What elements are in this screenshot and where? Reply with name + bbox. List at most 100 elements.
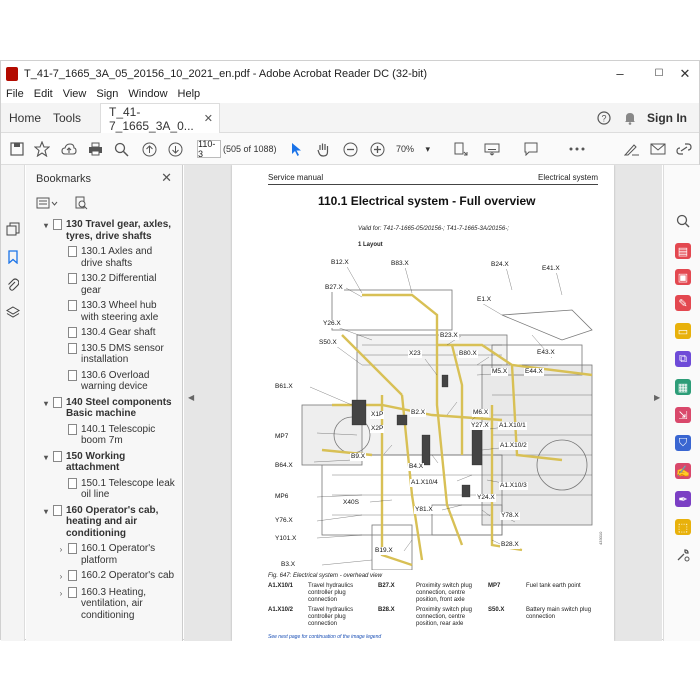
document-viewport[interactable]: ◀ ▶ Service manual Electrical system 110… — [184, 165, 662, 641]
search-zoom-icon[interactable] — [675, 213, 691, 229]
diagram-label: B64.X — [274, 462, 294, 470]
layers-icon[interactable] — [5, 305, 21, 321]
print-icon[interactable] — [85, 138, 105, 160]
help-icon[interactable]: ? — [595, 107, 613, 129]
protect-icon[interactable]: ⛉ — [675, 435, 691, 451]
diagram-label: B12.X — [330, 259, 350, 267]
menu-view[interactable]: View — [58, 88, 92, 100]
diagram-label: Y81.X — [414, 506, 434, 514]
diagram-label: X2P — [370, 425, 385, 433]
bookmark-item[interactable]: › 160.3 Heating, ventilation, air conditi… — [26, 586, 176, 622]
bookmark-options-icon[interactable] — [36, 196, 58, 213]
menu-help[interactable]: Help — [173, 88, 206, 100]
edit-pdf-icon[interactable]: ✎ — [675, 295, 691, 311]
bookmark-item[interactable]: › 160.2 Operator's cab — [26, 570, 176, 583]
bookmark-item[interactable]: › 160.1 Operator's platform — [26, 543, 176, 566]
zoom-out-icon[interactable] — [340, 138, 360, 160]
fill-sign-icon[interactable]: ✍ — [675, 463, 691, 479]
sign-in-button[interactable]: Sign In — [647, 103, 687, 133]
tab-close-icon[interactable]: ✕ — [204, 112, 213, 125]
close-panel-icon[interactable]: ✕ — [161, 170, 172, 186]
find-bookmark-icon[interactable] — [74, 196, 88, 213]
keyboard-icon[interactable] — [482, 138, 502, 160]
chevron-down-icon[interactable]: ▾ — [41, 506, 51, 518]
share-link-icon[interactable] — [674, 138, 694, 160]
legend-text: Travel hydraulics controller plug connec… — [308, 607, 354, 627]
chevron-down-icon[interactable]: ▾ — [41, 220, 51, 232]
menu-file[interactable]: File — [1, 88, 29, 100]
save-icon[interactable] — [7, 138, 27, 160]
bookmark-item[interactable]: 130.5 DMS sensor installation — [26, 342, 176, 366]
comment-icon[interactable]: ▭ — [675, 323, 691, 339]
comment-icon[interactable] — [521, 138, 541, 160]
attachment-icon[interactable] — [5, 277, 21, 293]
page-fit-icon[interactable] — [451, 138, 471, 160]
bookmark-star-icon[interactable] — [32, 138, 52, 160]
page-up-icon[interactable] — [139, 138, 159, 160]
notifications-bell-icon[interactable] — [621, 107, 639, 129]
bookmarks-panel: Bookmarks ✕ ▾ 130 Travel gear, axles, tyr… — [26, 165, 183, 641]
send-sign-icon[interactable]: ✒ — [675, 491, 691, 507]
compress-icon[interactable]: ⇲ — [675, 407, 691, 423]
tab-tools[interactable]: Tools — [45, 103, 89, 133]
bookmark-item[interactable]: 130.6 Overload warning device — [26, 369, 176, 393]
sign-pen-icon[interactable] — [622, 138, 642, 160]
bookmark-page-icon — [68, 300, 77, 311]
bookmark-page-icon — [53, 219, 62, 230]
stamp-icon[interactable]: ⬚ — [675, 519, 691, 535]
tab-document[interactable]: T_41-7_1665_3A_0... ✕ — [100, 103, 220, 133]
collapse-left-arrow-icon[interactable]: ◀ — [188, 393, 194, 402]
close-button[interactable]: ✕ — [670, 61, 700, 86]
chevron-down-icon[interactable]: ▾ — [41, 452, 51, 464]
diagram-label: MP7 — [274, 433, 290, 441]
see-next-page-note: See next page for continuation of the im… — [268, 634, 382, 640]
chevron-right-icon[interactable]: › — [56, 588, 66, 600]
zoom-level-dropdown[interactable]: 70% ▾ — [396, 140, 430, 158]
bookmark-item[interactable]: 130.3 Wheel hub with steering axle — [26, 300, 176, 323]
bookmark-page-icon — [68, 543, 77, 554]
zoom-search-icon[interactable] — [111, 138, 131, 160]
diagram-label: B2.X — [410, 409, 427, 417]
bookmarks-header: Bookmarks — [36, 173, 92, 185]
create-pdf-icon[interactable]: ▣ — [675, 269, 691, 285]
svg-text:433010: 433010 — [598, 531, 603, 545]
bookmark-item[interactable]: 130.4 Gear shaft — [26, 327, 176, 339]
bookmark-item[interactable]: ▾ 160 Operator's cab, heating and air con… — [26, 504, 176, 540]
zoom-in-icon[interactable] — [367, 138, 387, 160]
hand-tool-icon[interactable] — [314, 138, 334, 160]
bookmark-item[interactable]: ▾ 150 Working attachment — [26, 450, 176, 474]
diagram-label: Y76.X — [274, 517, 294, 525]
share-email-icon[interactable] — [648, 138, 668, 160]
more-tools-icon[interactable] — [675, 547, 691, 563]
bookmark-item[interactable]: ▾ 140 Steel components Basic machine — [26, 396, 176, 420]
page-number-input[interactable]: 110-3 — [197, 139, 221, 159]
bookmark-page-icon — [68, 327, 77, 338]
bookmark-icon[interactable] — [5, 249, 21, 265]
bookmark-item[interactable]: 130.1 Axles and drive shafts — [26, 246, 176, 269]
select-cursor-icon[interactable] — [287, 138, 307, 160]
upload-cloud-icon[interactable] — [59, 138, 79, 160]
tab-home[interactable]: Home — [1, 103, 49, 133]
organize-icon[interactable]: ▦ — [675, 379, 691, 395]
bookmark-item[interactable]: ▾ 130 Travel gear, axles, tyres, drive sh… — [26, 219, 176, 242]
menu-sign[interactable]: Sign — [91, 88, 123, 100]
bookmark-item[interactable]: 150.1 Telescope leak oil line — [26, 477, 176, 501]
export-pdf-icon[interactable]: ▤ — [675, 243, 691, 259]
minimize-button[interactable]: – — [605, 61, 635, 86]
chevron-down-icon[interactable]: ▾ — [41, 398, 51, 410]
collapse-right-arrow-icon[interactable]: ▶ — [654, 393, 660, 402]
chevron-right-icon[interactable]: › — [56, 544, 66, 556]
copy-pages-icon[interactable] — [5, 221, 21, 237]
bookmark-item[interactable]: 130.2 Differential gear — [26, 273, 176, 296]
combine-icon[interactable]: ⧉ — [675, 351, 691, 367]
diagram-label: B3.X — [280, 561, 297, 569]
legend-text: Proximity switch plug connection, centre… — [416, 607, 473, 627]
menu-window[interactable]: Window — [123, 88, 172, 100]
legend-text: Battery main switch plug connection — [526, 607, 592, 620]
page-header-left: Service manual — [268, 173, 324, 182]
page-down-icon[interactable] — [165, 138, 185, 160]
menu-edit[interactable]: Edit — [29, 88, 58, 100]
chevron-right-icon[interactable]: › — [56, 571, 66, 583]
more-options-icon[interactable] — [567, 138, 587, 160]
bookmark-item[interactable]: 140.1 Telescopic boom 7m — [26, 423, 176, 447]
